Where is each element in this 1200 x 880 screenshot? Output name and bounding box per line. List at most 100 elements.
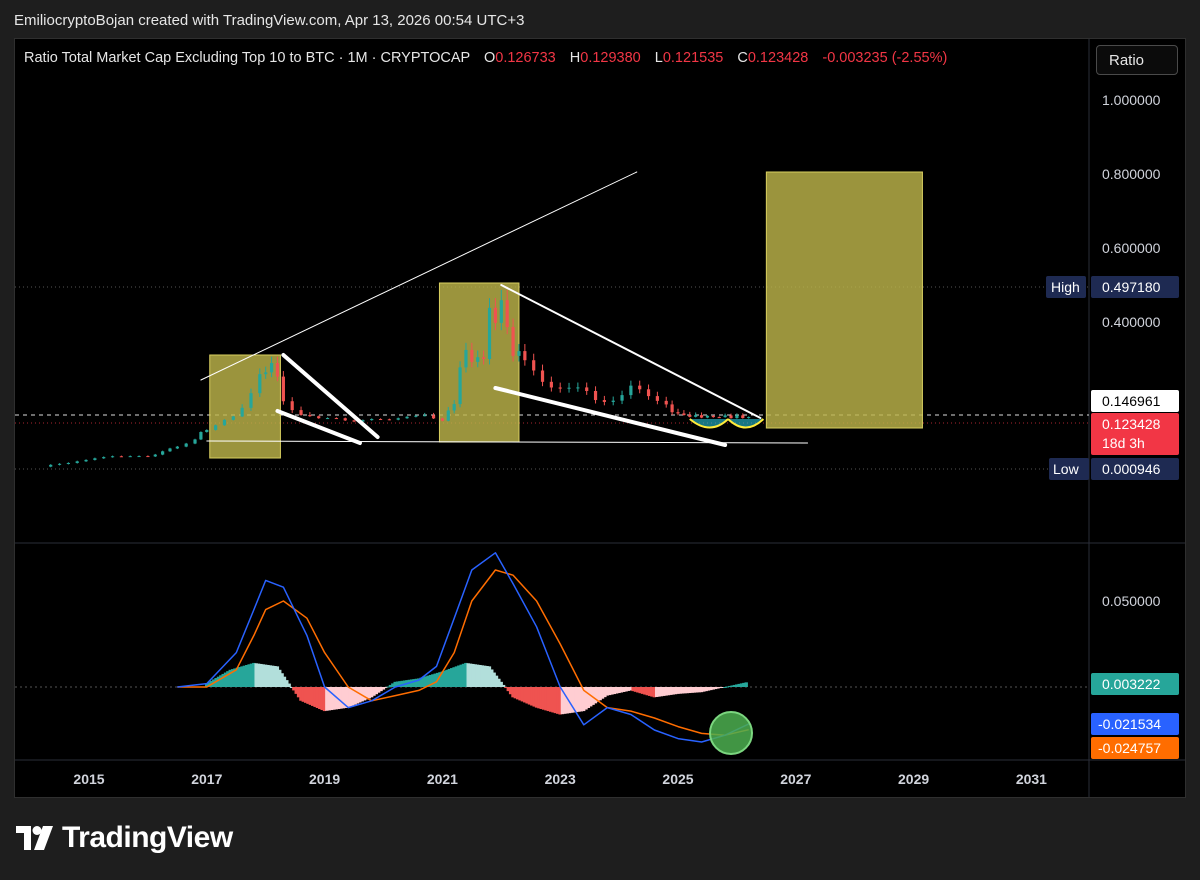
candle-body xyxy=(222,419,227,426)
candle-body xyxy=(646,389,651,397)
candle-body xyxy=(670,404,674,413)
signal-value-tag: -0.024757 xyxy=(1098,740,1161,756)
histogram-value-tag: 0.003222 xyxy=(1102,676,1161,692)
candle-body xyxy=(325,418,330,420)
candle-body xyxy=(558,387,562,389)
close-label: C xyxy=(737,50,748,66)
macd-tick-label: 0.050000 xyxy=(1102,593,1161,609)
price-tick-label: 0.800000 xyxy=(1102,166,1161,182)
macd-histogram-group xyxy=(205,662,748,715)
macd-histogram-bar xyxy=(287,683,291,687)
candle-body xyxy=(523,351,527,361)
candle-body xyxy=(458,367,462,405)
candle-body xyxy=(723,415,727,418)
candle-body xyxy=(317,416,321,419)
candle-body xyxy=(694,415,698,417)
candle-body xyxy=(352,420,356,422)
candle-body xyxy=(676,412,680,414)
symbol-title: Ratio Total Market Cap Excluding Top 10 … xyxy=(24,50,470,66)
price-chart[interactable]: 1.000000 0.800000 0.600000 0.400000 High 0.49… xyxy=(0,0,1200,880)
time-tick-label: 2021 xyxy=(427,771,458,787)
candle-body xyxy=(258,374,262,394)
wedge-line-2018-upper xyxy=(281,353,380,439)
candle-body xyxy=(446,410,450,421)
candle-body xyxy=(49,464,53,467)
close-value: 0.123428 xyxy=(747,50,809,66)
candle-body xyxy=(334,418,338,420)
time-tick-label: 2027 xyxy=(780,771,811,787)
high-value: 0.129380 xyxy=(580,50,641,66)
candle-body xyxy=(540,370,545,382)
candle-body xyxy=(711,415,715,418)
cup-arc-right xyxy=(727,418,765,429)
candle-body xyxy=(119,456,123,458)
macd-histogram-bar xyxy=(501,684,506,687)
candle-body xyxy=(699,415,704,418)
candle-body xyxy=(137,456,141,458)
candle-body xyxy=(431,415,436,419)
candle-body xyxy=(688,415,692,417)
candle-body xyxy=(532,360,536,371)
candle-body xyxy=(264,372,268,375)
time-tick-label: 2015 xyxy=(73,771,104,787)
candle-body xyxy=(343,418,347,421)
candle-body xyxy=(452,404,456,411)
candles-group xyxy=(49,290,751,468)
candle-body xyxy=(128,456,132,458)
high-tag-name: High xyxy=(1051,279,1080,295)
low-tag-name: Low xyxy=(1053,461,1080,477)
candle-body xyxy=(517,351,521,356)
candle-body xyxy=(593,390,598,401)
candle-body xyxy=(423,415,427,417)
macd-histogram-bar xyxy=(744,682,748,687)
candle-body xyxy=(290,401,294,411)
tradingview-wordmark: TradingView xyxy=(62,821,233,854)
cup-arc-left xyxy=(689,418,729,429)
candle-body xyxy=(476,357,480,362)
candle-body xyxy=(482,357,486,359)
candle-body xyxy=(585,387,589,391)
candle-body xyxy=(214,425,218,430)
candle-body xyxy=(205,429,209,433)
tradingview-logo: TradingView xyxy=(16,820,233,856)
time-tick-label: 2025 xyxy=(662,771,693,787)
ratio-scale-button[interactable]: Ratio xyxy=(1096,45,1178,75)
candle-body xyxy=(747,417,751,419)
candle-body xyxy=(387,419,391,421)
close-price-tag: 0.123428 xyxy=(1102,416,1161,432)
candle-body xyxy=(567,387,571,389)
candle-body xyxy=(629,385,633,396)
candle-body xyxy=(511,327,515,356)
open-label: O xyxy=(483,50,496,66)
candle-body xyxy=(93,458,97,460)
candle-body xyxy=(470,349,474,362)
change-value: -0.003235 (-2.55%) xyxy=(822,50,948,66)
low-value: 0.121535 xyxy=(662,50,724,66)
candle-body xyxy=(110,456,115,458)
candle-body xyxy=(184,443,188,447)
candle-body xyxy=(729,415,733,419)
candle-body xyxy=(199,432,203,440)
macd-value-tag: -0.021534 xyxy=(1098,716,1161,732)
candle-body xyxy=(57,463,62,465)
candle-body xyxy=(75,461,79,463)
price-tick-label: 0.400000 xyxy=(1102,314,1161,330)
candle-body xyxy=(308,415,312,417)
candle-body xyxy=(269,363,274,373)
symbol-legend: Ratio Total Market Cap Excluding Top 10 … xyxy=(24,50,947,66)
candle-body xyxy=(487,307,492,359)
candle-body xyxy=(505,300,509,328)
candle-body xyxy=(102,457,106,459)
time-tick-label: 2017 xyxy=(191,771,222,787)
candle-body xyxy=(638,385,642,390)
time-tick-label: 2023 xyxy=(545,771,576,787)
open-value: 0.126733 xyxy=(495,50,556,66)
long-trendline-upper xyxy=(200,171,638,381)
candle-body xyxy=(66,462,70,464)
target-box-2027 xyxy=(765,171,923,429)
candle-body xyxy=(440,418,444,421)
candle-body xyxy=(611,400,615,402)
candle-body xyxy=(281,376,285,402)
time-tick-label: 2031 xyxy=(1016,771,1047,787)
price-tick-label: 0.600000 xyxy=(1102,240,1161,256)
